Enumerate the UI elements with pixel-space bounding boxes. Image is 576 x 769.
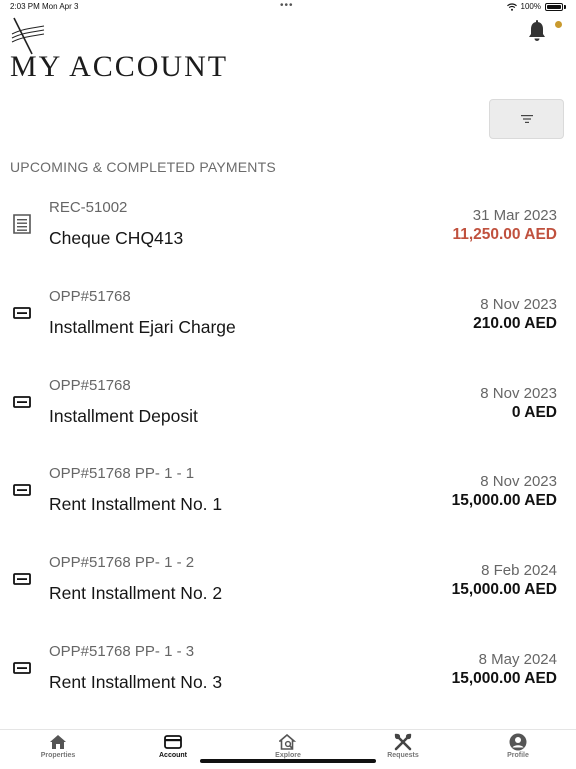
payment-date: 8 Nov 2023 [480,473,557,491]
payment-description: Installment Ejari Charge [49,316,236,337]
payment-item[interactable]: OPP#51768 Installment Deposit 8 Nov 2023… [0,366,576,455]
payment-item[interactable]: OPP#51768 PP- 1 - 3 Rent Installment No.… [0,632,576,721]
tab-label: Explore [275,752,301,759]
status-time: 2:03 PM [10,2,40,11]
filter-icon [520,115,533,123]
card-icon [164,735,182,749]
profile-icon [509,733,527,751]
notification-bell-icon[interactable] [527,20,547,42]
tab-label: Requests [387,752,419,759]
payment-amount: 15,000.00 AED [451,581,557,599]
payment-card-icon [12,658,32,678]
payment-list: REC-51002 Cheque CHQ413 31 Mar 2023 11,2… [0,188,576,721]
payment-date: 31 Mar 2023 [472,207,557,224]
payment-amount: 210.00 AED [473,314,557,332]
section-title: UPCOMING & COMPLETED PAYMENTS [10,159,276,175]
payment-reference: OPP#51768 [49,376,131,394]
battery-icon [545,2,563,11]
battery-percent: 100% [520,2,541,11]
payment-reference: OPP#51768 PP- 1 - 1 [49,465,195,483]
payment-card-icon [12,480,32,500]
payment-item[interactable]: OPP#51768 PP- 1 - 1 Rent Installment No.… [0,454,576,543]
wifi-icon [506,2,517,11]
tab-label: Properties [40,752,76,759]
payment-date: 8 Feb 2024 [481,562,557,580]
payment-item[interactable]: OPP#51768 PP- 1 - 2 Rent Installment No.… [0,543,576,632]
payment-reference: REC-51002 [49,199,128,216]
status-bar: 2:03 PM Mon Apr 3 ••• 100% [0,0,576,14]
tab-bar: Properties Account Explore Requests Prof… [0,729,576,769]
payment-reference: OPP#51768 PP- 1 - 2 [49,554,195,572]
tab-label: Account [159,752,187,759]
payment-amount: 15,000.00 AED [451,669,557,687]
filter-button[interactable] [489,99,564,139]
payment-amount: 11,250.00 AED [452,226,557,243]
payment-description: Cheque CHQ413 [49,228,184,248]
payment-reference: OPP#51768 [49,287,131,305]
tab-properties[interactable]: Properties [13,733,103,759]
status-date: Mon Apr 3 [42,2,79,11]
payment-date: 8 Nov 2023 [480,295,557,313]
home-icon [50,735,66,749]
payment-description: Rent Installment No. 2 [49,583,223,604]
payment-reference: OPP#51768 PP- 1 - 3 [49,642,195,660]
tools-icon [394,733,412,751]
payment-description: Installment Deposit [49,405,198,426]
payment-date: 8 May 2024 [478,650,557,668]
notification-badge [555,21,562,28]
tab-profile[interactable]: Profile [473,733,563,759]
status-right: 100% [506,2,566,11]
tab-explore[interactable]: Explore [243,733,333,759]
payment-amount: 15,000.00 AED [451,492,557,510]
multitasking-dots-icon[interactable]: ••• [280,0,294,11]
payment-card-icon [12,303,32,323]
receipt-icon [12,214,32,234]
explore-icon [279,734,297,750]
payment-card-icon [12,569,32,589]
tab-label: Profile [507,752,529,759]
payment-item[interactable]: OPP#51768 Installment Ejari Charge 8 Nov… [0,277,576,366]
page-title: MY ACCOUNT [10,50,229,83]
payment-description: Rent Installment No. 3 [49,671,223,692]
battery-tip [564,4,566,9]
payment-item[interactable]: REC-51002 Cheque CHQ413 31 Mar 2023 11,2… [0,188,576,277]
payment-date: 8 Nov 2023 [480,384,557,402]
tab-requests[interactable]: Requests [358,733,448,759]
tab-account[interactable]: Account [128,733,218,759]
payment-description: Rent Installment No. 1 [49,494,223,515]
payment-amount: 0 AED [511,403,557,421]
payment-card-icon [12,392,32,412]
home-indicator[interactable] [200,759,376,763]
